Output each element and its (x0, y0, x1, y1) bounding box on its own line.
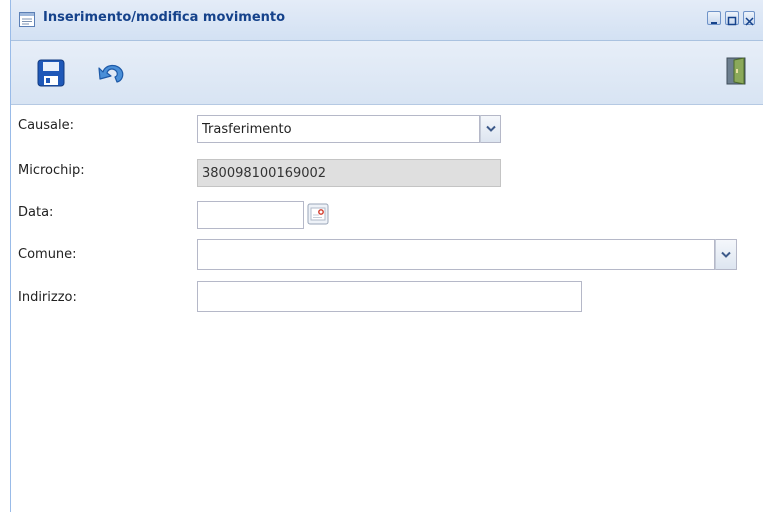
minimize-icon (711, 22, 717, 24)
chevron-down-icon (485, 125, 496, 132)
calendar-icon (307, 203, 329, 225)
indirizzo-label: Indirizzo: (18, 290, 77, 305)
close-button[interactable] (743, 11, 755, 26)
date-field[interactable] (197, 201, 304, 229)
movement-form: Causale: Microchip: Data: Comune: (11, 105, 763, 512)
indirizzo-field[interactable] (197, 281, 582, 312)
exit-button[interactable] (725, 56, 747, 90)
date-picker-button[interactable] (307, 203, 329, 229)
causale-select[interactable] (197, 115, 480, 143)
maximize-icon (727, 16, 737, 26)
chevron-down-icon (721, 251, 731, 258)
undo-icon (98, 64, 124, 83)
maximize-button[interactable] (725, 11, 739, 26)
window-title: Inserimento/modifica movimento (43, 10, 286, 25)
minimize-button[interactable] (707, 11, 721, 25)
comune-dropdown-trigger[interactable] (715, 239, 737, 270)
undo-button[interactable] (96, 59, 128, 91)
comune-label: Comune: (18, 247, 77, 262)
form-icon (19, 12, 35, 27)
toolbar (11, 41, 763, 105)
exit-door-icon (726, 57, 746, 85)
microchip-field (197, 159, 501, 187)
data-label: Data: (18, 205, 54, 220)
window-titlebar[interactable]: Inserimento/modifica movimento (11, 0, 763, 41)
edit-movement-window: Inserimento/modifica movimento Causale: … (10, 0, 763, 512)
microchip-label: Microchip: (18, 163, 85, 178)
causale-label: Causale: (18, 118, 75, 133)
save-button[interactable] (37, 59, 65, 91)
close-icon (745, 17, 754, 26)
save-icon (37, 59, 65, 87)
causale-dropdown-trigger[interactable] (480, 115, 501, 143)
comune-select[interactable] (197, 239, 715, 270)
